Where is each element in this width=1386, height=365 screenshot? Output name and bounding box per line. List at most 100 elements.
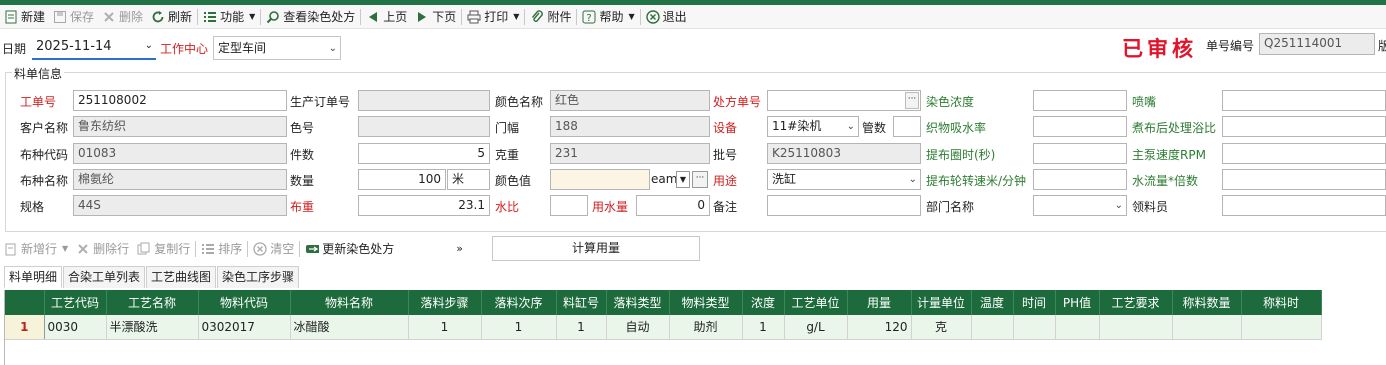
- add-row-button[interactable]: 新增行 ▼: [0, 238, 72, 260]
- fabric-name-field[interactable]: 棉氨纶: [73, 169, 287, 190]
- absorb-field[interactable]: [1033, 116, 1127, 137]
- table-cell[interactable]: 冰醋酸: [290, 315, 409, 340]
- color-name-field[interactable]: 红色: [550, 90, 710, 111]
- clear-button[interactable]: 清空: [249, 238, 298, 260]
- gram-field[interactable]: 231: [550, 143, 710, 164]
- column-header[interactable]: 计量单位: [911, 290, 972, 315]
- column-header[interactable]: 温度: [971, 290, 1014, 315]
- dye-conc-field[interactable]: [1033, 90, 1127, 111]
- table-cell[interactable]: [1055, 315, 1100, 340]
- overflow-chevron-icon[interactable]: »: [456, 242, 463, 255]
- update-recipe-button[interactable]: 更新染色处方: [301, 238, 398, 260]
- tab-process-curve[interactable]: 工艺曲线图: [146, 266, 217, 288]
- table-cell[interactable]: [1013, 315, 1056, 340]
- copy-row-button[interactable]: 复制行: [133, 238, 194, 260]
- table-cell[interactable]: 1: [742, 315, 785, 340]
- column-header[interactable]: 物料名称: [290, 290, 409, 315]
- table-cell[interactable]: 半漂酸洗: [106, 315, 199, 340]
- table-row[interactable]: 1 0030 半漂酸洗 0302017 冰醋酸 1 1 1 自动 助剂 1 g/…: [5, 315, 1322, 340]
- water-ratio-field[interactable]: [550, 195, 588, 216]
- pipes-field[interactable]: [893, 116, 921, 137]
- column-header[interactable]: 工艺单位: [784, 290, 848, 315]
- equipment-select[interactable]: 11#染机 ⌄: [767, 116, 859, 137]
- exit-button[interactable]: 退出: [642, 6, 691, 28]
- sort-button[interactable]: 排序: [197, 238, 246, 260]
- column-header[interactable]: 落料类型: [606, 290, 670, 315]
- column-header[interactable]: 物料类型: [669, 290, 743, 315]
- pieces-field[interactable]: 5: [358, 143, 490, 164]
- table-cell[interactable]: 0302017: [198, 315, 291, 340]
- spec-field[interactable]: 44S: [73, 195, 287, 216]
- table-cell[interactable]: 0030: [44, 315, 107, 340]
- batch-field[interactable]: K25110803: [767, 143, 921, 164]
- work-order-field[interactable]: 251108002: [73, 90, 287, 111]
- fabric-weight-field[interactable]: 23.1: [358, 195, 490, 216]
- recipe-no-field[interactable]: ···: [767, 90, 921, 111]
- row-number[interactable]: 1: [5, 315, 45, 340]
- column-header[interactable]: 称料时: [1241, 290, 1322, 315]
- color-value-dropdown[interactable]: ▼: [676, 171, 690, 188]
- table-cell[interactable]: [1099, 315, 1173, 340]
- date-picker[interactable]: 2025-11-14 ⌄: [32, 37, 156, 60]
- qty-unit-field[interactable]: 米: [447, 169, 490, 190]
- refresh-button[interactable]: 刷新: [147, 6, 196, 28]
- pump-speed-field[interactable]: [1222, 143, 1386, 164]
- column-header[interactable]: 用量: [847, 290, 912, 315]
- doc-no-field[interactable]: Q251114001: [1259, 33, 1375, 55]
- column-header[interactable]: 工艺名称: [106, 290, 199, 315]
- work-center-select[interactable]: 定型车间 ⌄: [213, 36, 341, 60]
- save-button[interactable]: 保存: [49, 6, 98, 28]
- qty-field[interactable]: 100: [358, 169, 446, 190]
- column-header[interactable]: 称料数量: [1172, 290, 1242, 315]
- table-cell[interactable]: [1241, 315, 1322, 340]
- table-cell[interactable]: 1: [481, 315, 557, 340]
- column-header[interactable]: 落料次序: [481, 290, 557, 315]
- new-button[interactable]: 新建: [0, 6, 49, 28]
- picker-field[interactable]: [1222, 195, 1386, 216]
- functions-menu-button[interactable]: 功能 ▼: [199, 6, 259, 28]
- table-cell[interactable]: 1: [408, 315, 482, 340]
- column-header[interactable]: 浓度: [742, 290, 785, 315]
- remark-field[interactable]: [767, 195, 921, 216]
- table-cell[interactable]: [1172, 315, 1242, 340]
- color-value-field[interactable]: [550, 169, 650, 190]
- lift-time-field[interactable]: [1033, 143, 1127, 164]
- table-cell[interactable]: [971, 315, 1014, 340]
- attachment-button[interactable]: 附件: [526, 6, 575, 28]
- browse-ellipsis-icon[interactable]: ···: [905, 92, 919, 109]
- after-bath-field[interactable]: [1222, 116, 1386, 137]
- view-recipe-button[interactable]: 查看染色处方: [262, 6, 359, 28]
- column-header[interactable]: 工艺要求: [1099, 290, 1173, 315]
- table-cell[interactable]: 120: [847, 315, 912, 340]
- tab-order-detail[interactable]: 料单明细: [4, 266, 63, 288]
- water-qty-field[interactable]: 0: [636, 195, 710, 216]
- prev-page-button[interactable]: 上页: [362, 6, 411, 28]
- color-picker-button[interactable]: ···: [692, 171, 708, 188]
- help-menu-button[interactable]: ? 帮助 ▼: [578, 6, 638, 28]
- color-no-field[interactable]: [358, 116, 490, 137]
- column-header[interactable]: 时间: [1013, 290, 1056, 315]
- fabric-code-field[interactable]: 01083: [73, 143, 287, 164]
- table-cell[interactable]: 助剂: [669, 315, 743, 340]
- delete-row-button[interactable]: 删除行: [72, 238, 133, 260]
- print-button[interactable]: 打印 ▼: [463, 6, 523, 28]
- table-cell[interactable]: 自动: [606, 315, 670, 340]
- next-page-button[interactable]: 下页: [411, 6, 460, 28]
- wheel-speed-field[interactable]: [1033, 169, 1127, 190]
- customer-field[interactable]: 鲁东纺织: [73, 116, 287, 137]
- table-cell[interactable]: 1: [556, 315, 607, 340]
- nozzle-field[interactable]: [1222, 90, 1386, 111]
- column-header[interactable]: 工艺代码: [44, 290, 107, 315]
- water-mult-field[interactable]: [1222, 169, 1386, 190]
- tab-combined-orders[interactable]: 合染工单列表: [63, 266, 146, 288]
- table-cell[interactable]: g/L: [784, 315, 848, 340]
- usage-select[interactable]: 洗缸 ⌄: [767, 169, 921, 190]
- column-header[interactable]: 物料代码: [198, 290, 291, 315]
- prod-order-field[interactable]: [358, 90, 490, 111]
- dept-select[interactable]: ⌄: [1033, 195, 1127, 216]
- column-header[interactable]: 落料步骤: [408, 290, 482, 315]
- width-field[interactable]: 188: [550, 116, 710, 137]
- column-header[interactable]: 料缸号: [556, 290, 607, 315]
- calculate-usage-button[interactable]: 计算用量: [492, 236, 700, 261]
- tab-dye-steps[interactable]: 染色工序步骤: [217, 266, 300, 288]
